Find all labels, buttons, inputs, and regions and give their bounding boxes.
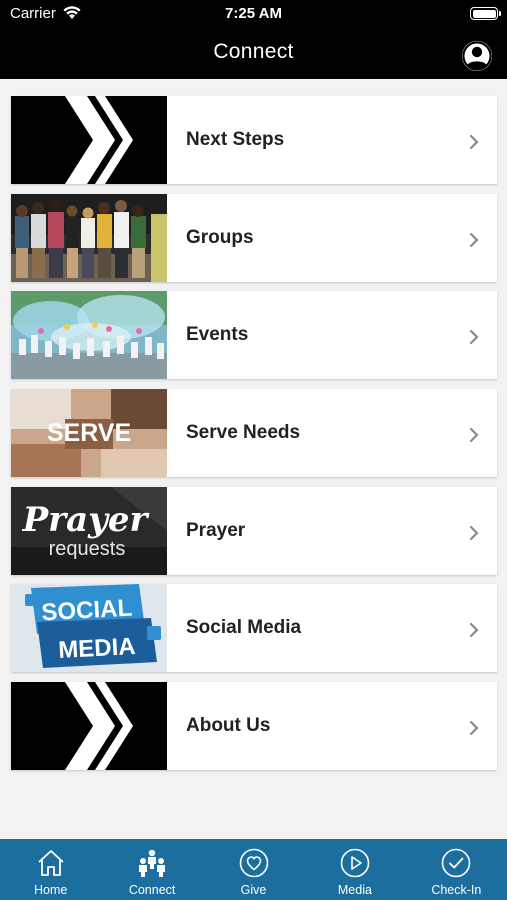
- list-item-events[interactable]: Events: [11, 291, 497, 380]
- group-photo-icon: [11, 193, 167, 282]
- user-circle-icon: [462, 41, 492, 71]
- chevron-right-icon: [469, 330, 479, 345]
- status-time: 7:25 AM: [225, 5, 282, 22]
- about-us-thumbnail: [11, 682, 167, 771]
- list-item-prayer[interactable]: Prayer requests Prayer: [11, 486, 497, 575]
- tab-media[interactable]: Media: [304, 839, 405, 900]
- prayer-photo-icon: Prayer requests: [11, 486, 167, 575]
- connect-list: Next Steps Groups Events SERVE Serve Nee…: [11, 96, 497, 780]
- chevron-right-icon: [469, 134, 479, 150]
- nav-header: Carrier 7:25 AM Connect: [0, 0, 507, 79]
- next-steps-thumbnail: [11, 96, 167, 184]
- list-item-about-us[interactable]: About Us: [11, 682, 497, 771]
- social-thumb-text: SOCIAL: [41, 595, 133, 627]
- heart-circle-icon: [239, 848, 268, 878]
- serve-photo-icon: SERVE: [11, 389, 167, 478]
- chevron-logo-icon: [11, 682, 167, 771]
- chevron-logo-icon: [11, 96, 167, 184]
- serve-thumb-text: SERVE: [47, 419, 131, 447]
- list-item-label: Next Steps: [186, 129, 285, 150]
- list-item-label: Social Media: [186, 617, 302, 639]
- tab-give[interactable]: Give: [203, 839, 304, 900]
- prayer-thumb-text: Prayer: [22, 500, 150, 540]
- social-media-thumbnail: SOCIAL MEDIA: [11, 584, 167, 673]
- list-item-social-media[interactable]: SOCIAL MEDIA Social Media: [11, 584, 497, 673]
- house-icon: [38, 850, 64, 876]
- events-thumbnail: [11, 291, 167, 380]
- chevron-right-icon: [469, 721, 479, 736]
- prayer-thumb-subtext: requests: [49, 538, 126, 560]
- prayer-thumbnail: Prayer requests: [11, 486, 167, 575]
- profile-button[interactable]: [462, 41, 492, 71]
- tab-home[interactable]: Home: [0, 839, 101, 900]
- tab-label: Give: [240, 883, 267, 897]
- chevron-right-icon: [469, 525, 479, 540]
- status-bar: Carrier 7:25 AM: [0, 0, 507, 28]
- check-circle-icon: [442, 848, 471, 878]
- page-title: Connect: [213, 40, 294, 63]
- tab-connect[interactable]: Connect: [101, 839, 202, 900]
- list-item-label: Prayer: [186, 519, 246, 541]
- list-item-label: Serve Needs: [186, 422, 301, 444]
- play-circle-icon: [340, 848, 370, 878]
- social-media-graphic-icon: SOCIAL MEDIA: [11, 584, 167, 673]
- list-item-next-steps[interactable]: Next Steps: [11, 96, 497, 184]
- list-item-label: Events: [186, 324, 249, 346]
- tab-label: Connect: [128, 883, 176, 897]
- battery-icon: [470, 7, 501, 20]
- list-item-label: Groups: [186, 226, 254, 248]
- serve-needs-thumbnail: SERVE: [11, 389, 167, 478]
- chevron-right-icon: [469, 232, 479, 247]
- people-icon: [139, 849, 166, 877]
- event-photo-icon: [11, 291, 167, 380]
- list-item-label: About Us: [186, 715, 271, 737]
- chevron-right-icon: [469, 427, 479, 443]
- list-item-serve-needs[interactable]: SERVE Serve Needs: [11, 389, 497, 478]
- groups-thumbnail: [11, 193, 167, 282]
- tab-check-in[interactable]: Check-In: [406, 839, 507, 900]
- tab-label: Home: [34, 883, 68, 897]
- tab-bar: Home Connect Give Media Check-In: [0, 839, 507, 900]
- chevron-right-icon: [469, 623, 479, 638]
- social-thumb-subtext: MEDIA: [58, 633, 137, 664]
- tab-label: Media: [337, 883, 372, 897]
- tab-label: Check-In: [431, 883, 482, 897]
- list-item-groups[interactable]: Groups: [11, 193, 497, 282]
